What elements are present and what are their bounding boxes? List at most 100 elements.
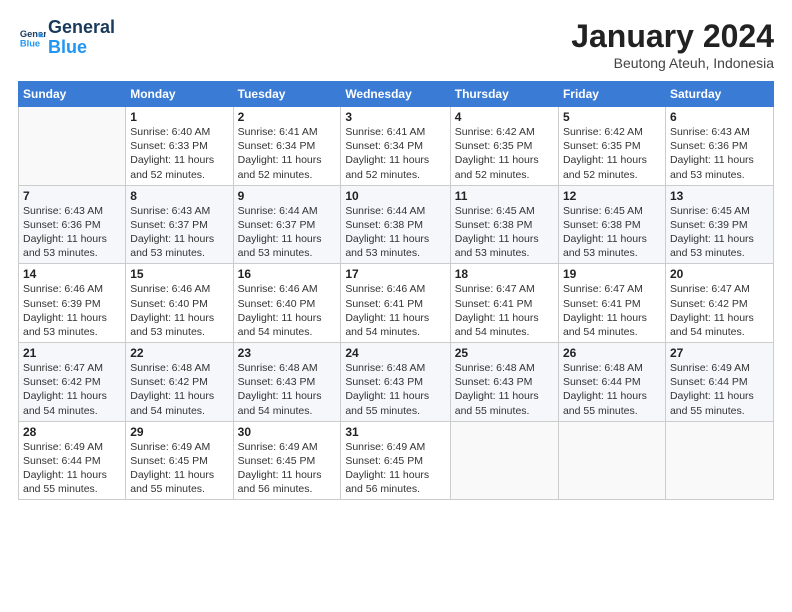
day-number: 18 — [455, 267, 554, 281]
day-info: Sunrise: 6:46 AM Sunset: 6:40 PM Dayligh… — [238, 282, 337, 339]
day-info: Sunrise: 6:47 AM Sunset: 6:41 PM Dayligh… — [455, 282, 554, 339]
col-header-saturday: Saturday — [665, 82, 773, 107]
logo-icon: General Blue — [18, 24, 46, 52]
logo: General Blue General Blue — [18, 18, 115, 58]
day-number: 23 — [238, 346, 337, 360]
day-number: 12 — [563, 189, 661, 203]
day-info: Sunrise: 6:44 AM Sunset: 6:37 PM Dayligh… — [238, 204, 337, 261]
calendar-page: General Blue General Blue January 2024 B… — [0, 0, 792, 612]
day-cell: 30Sunrise: 6:49 AM Sunset: 6:45 PM Dayli… — [233, 421, 341, 500]
header: General Blue General Blue January 2024 B… — [18, 18, 774, 71]
day-cell: 5Sunrise: 6:42 AM Sunset: 6:35 PM Daylig… — [558, 107, 665, 186]
day-cell: 3Sunrise: 6:41 AM Sunset: 6:34 PM Daylig… — [341, 107, 450, 186]
day-info: Sunrise: 6:45 AM Sunset: 6:39 PM Dayligh… — [670, 204, 769, 261]
day-cell: 23Sunrise: 6:48 AM Sunset: 6:43 PM Dayli… — [233, 343, 341, 422]
day-cell: 1Sunrise: 6:40 AM Sunset: 6:33 PM Daylig… — [126, 107, 233, 186]
day-number: 10 — [345, 189, 445, 203]
day-cell: 19Sunrise: 6:47 AM Sunset: 6:41 PM Dayli… — [558, 264, 665, 343]
day-cell: 2Sunrise: 6:41 AM Sunset: 6:34 PM Daylig… — [233, 107, 341, 186]
logo-text: General Blue — [48, 18, 115, 58]
svg-text:Blue: Blue — [20, 38, 40, 48]
day-info: Sunrise: 6:40 AM Sunset: 6:33 PM Dayligh… — [130, 125, 228, 182]
day-info: Sunrise: 6:46 AM Sunset: 6:40 PM Dayligh… — [130, 282, 228, 339]
day-cell: 14Sunrise: 6:46 AM Sunset: 6:39 PM Dayli… — [19, 264, 126, 343]
day-cell: 17Sunrise: 6:46 AM Sunset: 6:41 PM Dayli… — [341, 264, 450, 343]
day-number: 9 — [238, 189, 337, 203]
day-cell: 4Sunrise: 6:42 AM Sunset: 6:35 PM Daylig… — [450, 107, 558, 186]
day-cell: 21Sunrise: 6:47 AM Sunset: 6:42 PM Dayli… — [19, 343, 126, 422]
day-cell: 13Sunrise: 6:45 AM Sunset: 6:39 PM Dayli… — [665, 185, 773, 264]
day-info: Sunrise: 6:49 AM Sunset: 6:45 PM Dayligh… — [238, 440, 337, 497]
day-info: Sunrise: 6:49 AM Sunset: 6:45 PM Dayligh… — [130, 440, 228, 497]
day-info: Sunrise: 6:41 AM Sunset: 6:34 PM Dayligh… — [345, 125, 445, 182]
day-cell: 31Sunrise: 6:49 AM Sunset: 6:45 PM Dayli… — [341, 421, 450, 500]
day-cell: 10Sunrise: 6:44 AM Sunset: 6:38 PM Dayli… — [341, 185, 450, 264]
day-cell: 18Sunrise: 6:47 AM Sunset: 6:41 PM Dayli… — [450, 264, 558, 343]
day-info: Sunrise: 6:43 AM Sunset: 6:37 PM Dayligh… — [130, 204, 228, 261]
header-row: SundayMondayTuesdayWednesdayThursdayFrid… — [19, 82, 774, 107]
day-cell: 15Sunrise: 6:46 AM Sunset: 6:40 PM Dayli… — [126, 264, 233, 343]
week-row-2: 7Sunrise: 6:43 AM Sunset: 6:36 PM Daylig… — [19, 185, 774, 264]
day-cell — [450, 421, 558, 500]
col-header-sunday: Sunday — [19, 82, 126, 107]
day-info: Sunrise: 6:49 AM Sunset: 6:45 PM Dayligh… — [345, 440, 445, 497]
calendar-table: SundayMondayTuesdayWednesdayThursdayFrid… — [18, 81, 774, 500]
day-info: Sunrise: 6:43 AM Sunset: 6:36 PM Dayligh… — [23, 204, 121, 261]
day-cell: 11Sunrise: 6:45 AM Sunset: 6:38 PM Dayli… — [450, 185, 558, 264]
day-number: 30 — [238, 425, 337, 439]
day-number: 5 — [563, 110, 661, 124]
day-info: Sunrise: 6:47 AM Sunset: 6:41 PM Dayligh… — [563, 282, 661, 339]
day-info: Sunrise: 6:45 AM Sunset: 6:38 PM Dayligh… — [455, 204, 554, 261]
day-info: Sunrise: 6:46 AM Sunset: 6:39 PM Dayligh… — [23, 282, 121, 339]
day-number: 21 — [23, 346, 121, 360]
day-cell: 22Sunrise: 6:48 AM Sunset: 6:42 PM Dayli… — [126, 343, 233, 422]
day-cell: 29Sunrise: 6:49 AM Sunset: 6:45 PM Dayli… — [126, 421, 233, 500]
day-number: 31 — [345, 425, 445, 439]
day-cell: 9Sunrise: 6:44 AM Sunset: 6:37 PM Daylig… — [233, 185, 341, 264]
day-cell — [665, 421, 773, 500]
day-info: Sunrise: 6:48 AM Sunset: 6:44 PM Dayligh… — [563, 361, 661, 418]
logo-blue: Blue — [48, 37, 87, 57]
day-info: Sunrise: 6:49 AM Sunset: 6:44 PM Dayligh… — [670, 361, 769, 418]
day-cell: 26Sunrise: 6:48 AM Sunset: 6:44 PM Dayli… — [558, 343, 665, 422]
day-number: 28 — [23, 425, 121, 439]
day-number: 1 — [130, 110, 228, 124]
col-header-tuesday: Tuesday — [233, 82, 341, 107]
day-cell: 6Sunrise: 6:43 AM Sunset: 6:36 PM Daylig… — [665, 107, 773, 186]
day-info: Sunrise: 6:41 AM Sunset: 6:34 PM Dayligh… — [238, 125, 337, 182]
day-number: 27 — [670, 346, 769, 360]
day-number: 20 — [670, 267, 769, 281]
day-info: Sunrise: 6:42 AM Sunset: 6:35 PM Dayligh… — [563, 125, 661, 182]
day-number: 22 — [130, 346, 228, 360]
day-info: Sunrise: 6:42 AM Sunset: 6:35 PM Dayligh… — [455, 125, 554, 182]
day-cell: 27Sunrise: 6:49 AM Sunset: 6:44 PM Dayli… — [665, 343, 773, 422]
day-number: 24 — [345, 346, 445, 360]
day-number: 6 — [670, 110, 769, 124]
col-header-monday: Monday — [126, 82, 233, 107]
day-cell: 28Sunrise: 6:49 AM Sunset: 6:44 PM Dayli… — [19, 421, 126, 500]
day-cell: 24Sunrise: 6:48 AM Sunset: 6:43 PM Dayli… — [341, 343, 450, 422]
day-info: Sunrise: 6:44 AM Sunset: 6:38 PM Dayligh… — [345, 204, 445, 261]
day-info: Sunrise: 6:48 AM Sunset: 6:43 PM Dayligh… — [345, 361, 445, 418]
col-header-thursday: Thursday — [450, 82, 558, 107]
day-number: 7 — [23, 189, 121, 203]
day-number: 4 — [455, 110, 554, 124]
day-number: 2 — [238, 110, 337, 124]
week-row-1: 1Sunrise: 6:40 AM Sunset: 6:33 PM Daylig… — [19, 107, 774, 186]
day-number: 14 — [23, 267, 121, 281]
title-area: January 2024 Beutong Ateuh, Indonesia — [571, 18, 774, 71]
day-number: 15 — [130, 267, 228, 281]
day-number: 3 — [345, 110, 445, 124]
day-number: 29 — [130, 425, 228, 439]
week-row-5: 28Sunrise: 6:49 AM Sunset: 6:44 PM Dayli… — [19, 421, 774, 500]
day-info: Sunrise: 6:45 AM Sunset: 6:38 PM Dayligh… — [563, 204, 661, 261]
day-info: Sunrise: 6:47 AM Sunset: 6:42 PM Dayligh… — [23, 361, 121, 418]
day-cell: 16Sunrise: 6:46 AM Sunset: 6:40 PM Dayli… — [233, 264, 341, 343]
day-number: 25 — [455, 346, 554, 360]
month-title: January 2024 — [571, 18, 774, 55]
col-header-friday: Friday — [558, 82, 665, 107]
week-row-3: 14Sunrise: 6:46 AM Sunset: 6:39 PM Dayli… — [19, 264, 774, 343]
day-number: 16 — [238, 267, 337, 281]
day-number: 17 — [345, 267, 445, 281]
day-info: Sunrise: 6:49 AM Sunset: 6:44 PM Dayligh… — [23, 440, 121, 497]
